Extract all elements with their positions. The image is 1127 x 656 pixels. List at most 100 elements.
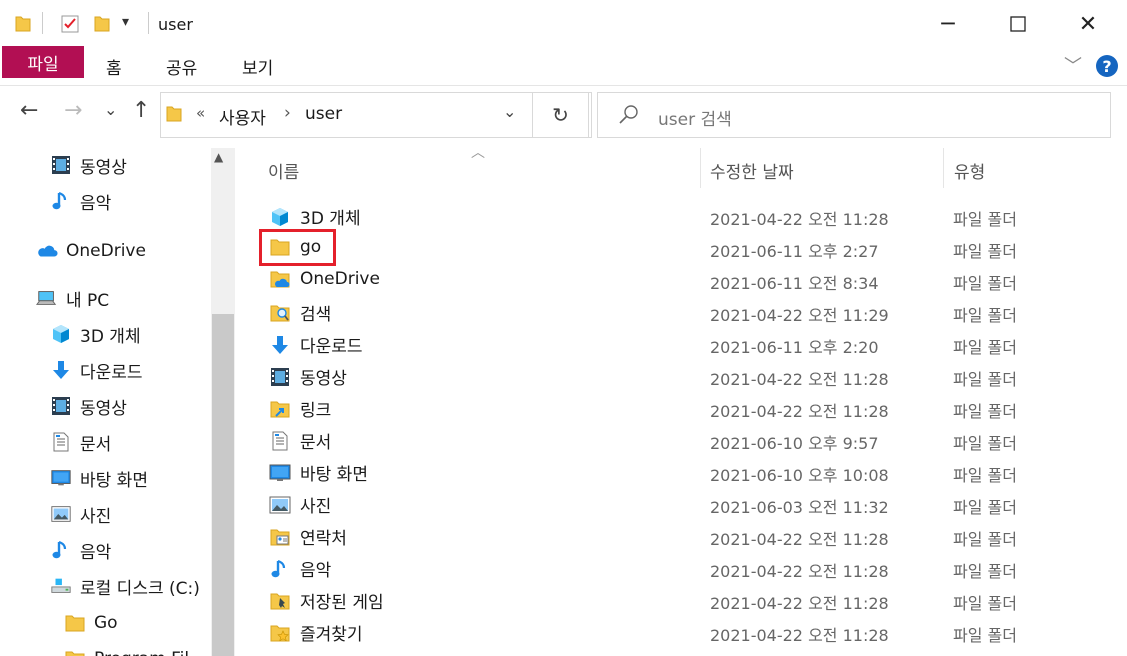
file-row[interactable]: 동영상 2021-04-22 오전 11:28 파일 폴더 — [240, 359, 1127, 391]
file-date: 2021-06-10 오후 10:08 — [710, 466, 889, 485]
file-name-cell: 즐겨찾기 — [268, 620, 363, 645]
3d-objects-icon — [50, 323, 72, 345]
file-row[interactable]: 음악 2021-04-22 오전 11:28 파일 폴더 — [240, 551, 1127, 583]
file-date: 2021-06-10 오후 9:57 — [710, 434, 879, 453]
document-icon — [50, 431, 72, 453]
nav-item-label: 문서 — [80, 434, 112, 455]
file-row[interactable]: 사진 2021-06-03 오전 11:32 파일 폴더 — [240, 487, 1127, 519]
file-row[interactable]: 3D 개체 2021-04-22 오전 11:28 파일 폴더 — [240, 199, 1127, 231]
file-name-cell: OneDrive — [268, 268, 380, 290]
up-button[interactable]: ↑ — [132, 98, 150, 123]
minimize-button[interactable]: ─ — [925, 0, 971, 48]
nav-item[interactable]: 음악 — [50, 535, 111, 565]
nav-item-label: 음악 — [80, 542, 112, 563]
links-folder-icon — [268, 398, 292, 420]
nav-item[interactable]: 사진 — [50, 499, 111, 529]
file-date: 2021-04-22 오전 11:28 — [710, 530, 889, 549]
file-type: 파일 폴더 — [953, 562, 1017, 581]
column-header-date[interactable]: 수정한 날짜 — [710, 158, 794, 183]
file-row[interactable]: go 2021-06-11 오후 2:27 파일 폴더 — [240, 231, 1127, 263]
highlight-box — [259, 229, 336, 266]
file-row[interactable]: 저장된 게임 2021-04-22 오전 11:28 파일 폴더 — [240, 583, 1127, 615]
refresh-button[interactable]: ↻ — [533, 92, 589, 138]
breadcrumb-users[interactable]: 사용자 — [219, 104, 266, 129]
file-name: OneDrive — [300, 269, 380, 289]
file-row[interactable]: 검색 2021-04-22 오전 11:29 파일 폴더 — [240, 295, 1127, 327]
new-folder-icon[interactable] — [94, 14, 110, 32]
nav-item[interactable]: 3D 개체 — [50, 319, 141, 349]
nav-item-label: 동영상 — [80, 157, 127, 178]
recent-locations-button[interactable]: ⌄ — [104, 100, 117, 119]
nav-item-label: 동영상 — [80, 398, 127, 419]
folder-icon — [64, 648, 86, 656]
nav-item[interactable]: 로컬 디스크 (C:) — [50, 571, 200, 601]
file-type: 파일 폴더 — [953, 338, 1017, 357]
file-row[interactable]: 다운로드 2021-06-11 오후 2:20 파일 폴더 — [240, 327, 1127, 359]
divider — [42, 12, 43, 34]
breadcrumb-separator[interactable]: › — [284, 103, 291, 123]
file-type: 파일 폴더 — [953, 530, 1017, 549]
address-dropdown-button[interactable]: ⌄ — [503, 102, 516, 121]
file-date: 2021-04-22 오전 11:28 — [710, 562, 889, 581]
nav-item[interactable]: 동영상 — [50, 150, 127, 180]
file-type: 파일 폴더 — [953, 274, 1017, 293]
file-row[interactable]: 바탕 화면 2021-06-10 오후 10:08 파일 폴더 — [240, 455, 1127, 487]
nav-item-label: 다운로드 — [80, 362, 143, 383]
nav-item-label: 로컬 디스크 (C:) — [80, 578, 200, 599]
file-row[interactable]: 문서 2021-06-10 오후 9:57 파일 폴더 — [240, 423, 1127, 455]
file-row[interactable]: 링크 2021-04-22 오전 11:28 파일 폴더 — [240, 391, 1127, 423]
tab-home[interactable]: 홈 — [106, 54, 122, 79]
sort-indicator: ︿ — [471, 145, 485, 161]
address-overflow[interactable]: « — [196, 104, 205, 122]
maximize-button[interactable] — [995, 0, 1041, 48]
nav-item-label: OneDrive — [66, 241, 146, 261]
folder-icon — [64, 612, 86, 634]
column-header-name[interactable]: 이름 — [268, 158, 299, 183]
download-icon — [50, 359, 72, 381]
nav-item[interactable]: 음악 — [50, 186, 111, 216]
back-button[interactable]: ← — [20, 98, 38, 123]
nav-item-label: 음악 — [80, 193, 112, 214]
file-row[interactable]: 연락처 2021-04-22 오전 11:28 파일 폴더 — [240, 519, 1127, 551]
tab-share[interactable]: 공유 — [166, 54, 197, 79]
nav-item[interactable]: Program Fil — [64, 644, 189, 656]
file-date: 2021-04-22 오전 11:28 — [710, 210, 889, 229]
properties-icon[interactable] — [60, 14, 80, 34]
video-icon — [50, 154, 72, 176]
file-name: 문서 — [300, 433, 332, 453]
tab-file[interactable]: 파일 — [2, 46, 84, 78]
nav-item[interactable]: 동영상 — [50, 391, 127, 421]
close-button[interactable]: ✕ — [1065, 0, 1111, 48]
tab-view[interactable]: 보기 — [242, 54, 273, 79]
nav-item[interactable]: 문서 — [50, 427, 111, 457]
file-type: 파일 폴더 — [953, 466, 1017, 485]
expand-ribbon-button[interactable]: ﹀ — [1064, 52, 1082, 78]
nav-item-label: Go — [94, 613, 118, 633]
file-name-cell: 저장된 게임 — [268, 588, 384, 613]
column-divider[interactable] — [943, 148, 944, 188]
nav-item[interactable]: 다운로드 — [50, 355, 143, 385]
column-header-type[interactable]: 유형 — [954, 158, 985, 183]
breadcrumb-user[interactable]: user — [305, 104, 342, 124]
file-name-cell: 3D 개체 — [268, 204, 361, 229]
file-name: 즐겨찾기 — [300, 625, 363, 645]
nav-item[interactable]: OneDrive — [36, 236, 146, 266]
file-name: 다운로드 — [300, 337, 363, 357]
scroll-up-arrow[interactable]: ▲ — [214, 150, 223, 164]
file-row[interactable]: 즐겨찾기 2021-04-22 오전 11:28 파일 폴더 — [240, 615, 1127, 647]
video-icon — [50, 395, 72, 417]
column-divider[interactable] — [700, 148, 701, 188]
forward-button[interactable]: → — [64, 98, 82, 123]
customize-quick-access-button[interactable]: ▾ — [122, 14, 129, 30]
navigation-scrollbar-thumb[interactable] — [212, 314, 234, 656]
nav-item[interactable]: 바탕 화면 — [50, 463, 148, 493]
file-type: 파일 폴더 — [953, 402, 1017, 421]
maximize-icon — [1010, 16, 1026, 32]
file-name-cell: 바탕 화면 — [268, 460, 368, 485]
nav-item[interactable]: Go — [64, 608, 118, 638]
file-date: 2021-04-22 오전 11:28 — [710, 402, 889, 421]
help-icon[interactable]: ? — [1096, 55, 1118, 77]
nav-item[interactable]: 내 PC — [36, 283, 109, 313]
file-row[interactable]: OneDrive 2021-06-11 오전 8:34 파일 폴더 — [240, 263, 1127, 295]
file-date: 2021-04-22 오전 11:28 — [710, 626, 889, 645]
